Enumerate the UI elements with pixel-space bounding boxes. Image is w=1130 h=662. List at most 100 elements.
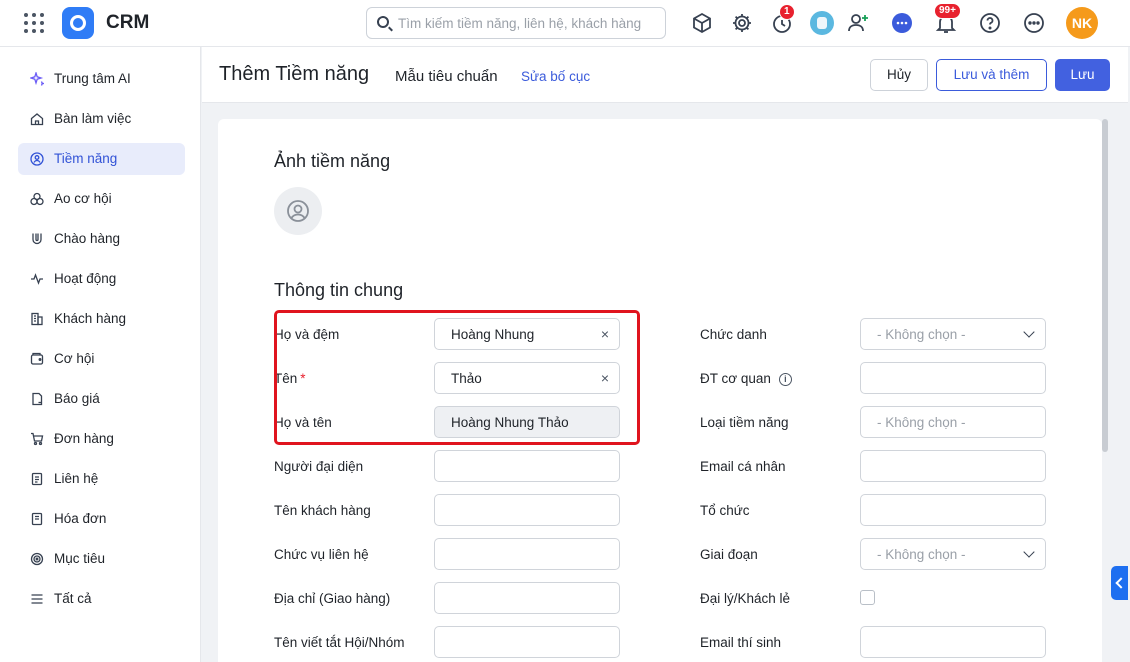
field-label-agent-retail: Đại lý/Khách lẻ — [700, 591, 791, 606]
bell-badge: 99+ — [934, 3, 961, 19]
sidebar-item-opportunities[interactable]: Cơ hội — [18, 343, 185, 375]
page-header: Thêm Tiềm năng Mẫu tiêu chuẩn Sửa bố cục… — [202, 47, 1128, 103]
representative-input[interactable] — [434, 450, 620, 482]
customer-name-input[interactable] — [434, 494, 620, 526]
sidebar-item-customers[interactable]: Khách hàng — [18, 303, 185, 335]
sidebar-item-label: Tiềm năng — [54, 151, 118, 166]
user-icon — [287, 200, 309, 222]
bell-icon[interactable]: 99+ — [934, 3, 961, 35]
apps-grid-icon[interactable] — [24, 13, 44, 33]
field-label-stage: Giai đoạn — [700, 547, 758, 562]
sidebar-item-invoices[interactable]: Hóa đơn — [18, 503, 185, 535]
lead-type-select[interactable]: - Không chọn - — [860, 406, 1046, 438]
select-placeholder: - Không chọn - — [877, 547, 966, 562]
timer-icon[interactable]: 1 — [770, 4, 795, 35]
photo-section-title: Ảnh tiềm năng — [274, 151, 391, 171]
search-placeholder: Tìm kiếm tiềm năng, liên hệ, khách hàng — [398, 16, 642, 31]
sidebar-item-ai-center[interactable]: Trung tâm AI — [18, 63, 185, 95]
sidebar-item-contacts[interactable]: Liên hệ — [18, 463, 185, 495]
field-label-representative: Người đại diện — [274, 459, 364, 474]
select-placeholder: - Không chọn - — [877, 327, 966, 342]
sidebar-item-leads[interactable]: Tiềm năng — [18, 143, 185, 175]
field-label-office-phone: ĐT cơ quan i — [700, 371, 792, 386]
general-section-title: Thông tin chung — [274, 280, 404, 300]
sidebar-item-activities[interactable]: Hoạt động — [18, 263, 185, 295]
candidate-email-input[interactable] — [860, 626, 1046, 658]
sidebar-item-offers[interactable]: Chào hàng — [18, 223, 185, 255]
add-user-icon[interactable] — [846, 11, 870, 35]
sidebar-item-label: Chào hàng — [54, 231, 121, 246]
field-label-shipping-address: Địa chỉ (Giao hàng) — [274, 591, 391, 606]
stage-select[interactable]: - Không chọn - — [860, 538, 1046, 570]
field-label-organization: Tổ chức — [700, 503, 750, 518]
sidebar-item-label: Bàn làm việc — [54, 111, 132, 126]
edit-layout-link[interactable]: Sửa bố cục — [521, 69, 590, 84]
user-avatar[interactable]: NK — [1066, 7, 1098, 39]
field-label-candidate-email: Email thí sinh — [700, 635, 782, 650]
home-icon — [30, 112, 44, 126]
sidebar-item-label: Tất cả — [54, 591, 92, 606]
office-phone-input[interactable] — [860, 362, 1046, 394]
sidebar-item-label: Hóa đơn — [54, 511, 107, 526]
sidebar-item-label: Liên hệ — [54, 471, 99, 486]
sidebar-item-label: Trung tâm AI — [54, 71, 131, 86]
scrollbar-thumb[interactable] — [1102, 119, 1108, 452]
app-title: CRM — [106, 12, 150, 33]
lead-photo-upload[interactable] — [274, 187, 322, 235]
select-placeholder: - Không chọn - — [877, 415, 966, 430]
field-label-text: ĐT cơ quan — [700, 371, 771, 386]
top-bar: CRM Tìm kiếm tiềm năng, liên hệ, khách h… — [0, 0, 1130, 47]
crm-logo[interactable] — [62, 7, 94, 39]
sidebar-item-quotes[interactable]: Báo giá — [18, 383, 185, 415]
shipping-address-input[interactable] — [434, 582, 620, 614]
bot-avatar[interactable] — [810, 11, 834, 35]
sidebar-item-desk[interactable]: Bàn làm việc — [18, 103, 185, 135]
chat-icon[interactable] — [890, 11, 914, 35]
product-box-icon[interactable] — [690, 11, 714, 35]
sidebar-item-goals[interactable]: Mục tiêu — [18, 543, 185, 575]
info-icon[interactable]: i — [778, 373, 792, 386]
help-icon[interactable] — [978, 11, 1002, 35]
organization-input[interactable] — [860, 494, 1046, 526]
save-and-add-button[interactable]: Lưu và thêm — [936, 59, 1047, 91]
sidebar-item-label: Hoạt động — [54, 271, 117, 286]
sidebar-item-orders[interactable]: Đơn hàng — [18, 423, 185, 455]
sidebar-item-label: Cơ hội — [54, 351, 95, 366]
agent-retail-checkbox[interactable] — [860, 590, 875, 605]
invoice-icon — [30, 512, 44, 526]
cancel-button[interactable]: Hủy — [870, 59, 928, 91]
highlight-box — [274, 310, 640, 445]
wallet-icon — [30, 352, 44, 366]
search-input[interactable]: Tìm kiếm tiềm năng, liên hệ, khách hàng — [366, 7, 666, 39]
quote-icon — [30, 392, 44, 406]
group-abbr-input[interactable] — [434, 626, 620, 658]
magnet-icon — [30, 232, 44, 246]
personal-email-input[interactable] — [860, 450, 1046, 482]
form-card: Ảnh tiềm năng Thông tin chung Họ và đệm … — [218, 119, 1102, 662]
contact-icon — [30, 472, 44, 486]
page-title: Thêm Tiềm năng — [219, 63, 370, 85]
sidebar-item-all[interactable]: Tất cả — [18, 583, 185, 615]
cart-icon — [30, 432, 44, 446]
sidebar-item-label: Mục tiêu — [54, 551, 106, 566]
sidebar-item-label: Báo giá — [54, 391, 100, 406]
gear-icon[interactable] — [730, 11, 754, 35]
target-icon — [30, 552, 44, 566]
sidebar-item-label: Đơn hàng — [54, 431, 114, 446]
save-button[interactable]: Lưu — [1055, 59, 1110, 91]
job-title-select[interactable]: - Không chọn - — [860, 318, 1046, 350]
sidebar: Trung tâm AI Bàn làm việc Tiềm năng Ao c… — [0, 47, 201, 662]
timer-badge: 1 — [779, 4, 795, 20]
side-panel-toggle[interactable] — [1111, 566, 1128, 600]
contact-position-input[interactable] — [434, 538, 620, 570]
sidebar-item-label: Ao cơ hội — [54, 191, 112, 206]
field-label-customer-name: Tên khách hàng — [274, 503, 371, 518]
chevron-down-icon — [1023, 326, 1035, 338]
layout-name: Mẫu tiêu chuẩn — [395, 68, 498, 85]
more-icon[interactable] — [1022, 11, 1046, 35]
field-label-personal-email: Email cá nhân — [700, 459, 786, 474]
scrollbar[interactable] — [1102, 119, 1110, 662]
chevron-down-icon — [1023, 546, 1035, 558]
search-icon — [377, 16, 389, 28]
sidebar-item-opportunity-pool[interactable]: Ao cơ hội — [18, 183, 185, 215]
